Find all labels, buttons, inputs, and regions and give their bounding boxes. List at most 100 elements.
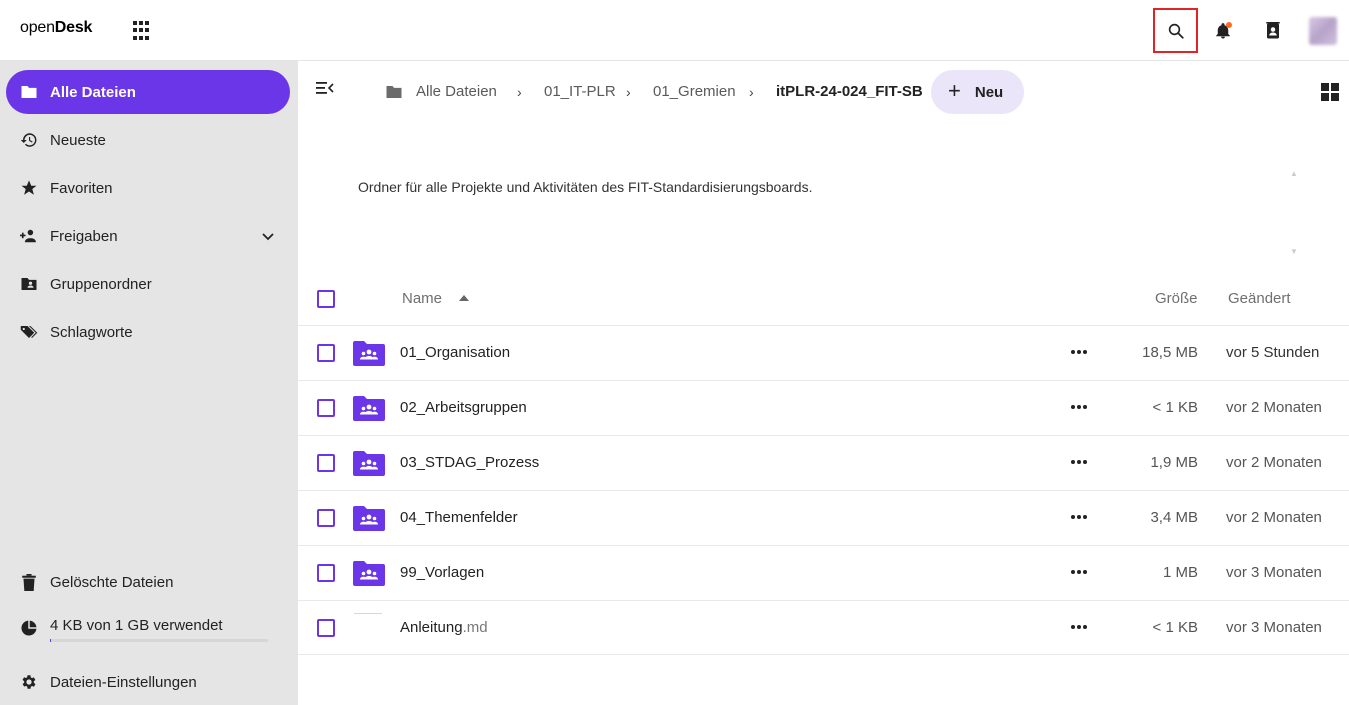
group-folder-icon xyxy=(353,396,385,421)
table-row[interactable]: 02_Arbeitsgruppen < 1 KB vor 2 Monaten xyxy=(298,380,1349,435)
sidebar-item-label: Dateien-Einstellungen xyxy=(50,673,197,691)
table-row[interactable]: 04_Themenfelder 3,4 MB vor 2 Monaten xyxy=(298,490,1349,545)
apps-grid-icon[interactable] xyxy=(133,21,153,41)
notification-dot xyxy=(1226,22,1232,28)
chevron-right-icon: › xyxy=(626,84,631,100)
top-header: openDesk xyxy=(0,0,1349,61)
notifications-button[interactable] xyxy=(1201,9,1245,53)
sort-ascending-icon xyxy=(459,295,469,301)
file-size: 18,5 MB xyxy=(1142,344,1198,361)
table-row[interactable]: Anleitung.md < 1 KB vor 3 Monaten xyxy=(298,600,1349,655)
chevron-down-icon[interactable] xyxy=(262,228,274,245)
sidebar-item-label: Gruppenordner xyxy=(50,275,152,293)
file-modified: vor 2 Monaten xyxy=(1226,509,1322,526)
select-all-checkbox[interactable] xyxy=(317,290,335,308)
row-checkbox[interactable] xyxy=(317,399,335,417)
quota-label: 4 KB von 1 GB verwendet xyxy=(50,616,223,634)
file-name[interactable]: 99_Vorlagen xyxy=(400,564,484,581)
file-size: < 1 KB xyxy=(1152,619,1198,636)
breadcrumb-item-all-files[interactable]: Alle Dateien xyxy=(416,83,497,100)
chevron-right-icon: › xyxy=(517,84,522,100)
sidebar-item-recent[interactable]: Neueste xyxy=(6,118,290,162)
table-row[interactable]: 99_Vorlagen 1 MB vor 3 Monaten xyxy=(298,545,1349,600)
search-icon xyxy=(1168,23,1184,39)
pie-chart-icon xyxy=(20,619,38,637)
sidebar-item-deleted-files[interactable]: Gelöschte Dateien xyxy=(6,560,290,604)
sidebar-item-all-files[interactable]: Alle Dateien xyxy=(6,70,290,114)
table-row[interactable]: 03_STDAG_Prozess 1,9 MB vor 2 Monaten xyxy=(298,435,1349,490)
sidebar-item-label: Gelöschte Dateien xyxy=(50,573,174,591)
tag-icon xyxy=(20,323,38,341)
scroll-down-icon[interactable]: ▼ xyxy=(1290,247,1298,256)
file-modified: vor 3 Monaten xyxy=(1226,619,1322,636)
row-checkbox[interactable] xyxy=(317,454,335,472)
file-name[interactable]: 03_STDAG_Prozess xyxy=(400,454,539,471)
sidebar-item-settings[interactable]: Dateien-Einstellungen xyxy=(6,660,290,704)
more-actions-icon[interactable] xyxy=(1071,395,1087,419)
file-size: < 1 KB xyxy=(1152,399,1198,416)
search-button[interactable] xyxy=(1153,8,1198,53)
file-name[interactable]: 01_Organisation xyxy=(400,344,510,361)
group-folder-icon xyxy=(353,341,385,366)
chevron-right-icon: › xyxy=(749,84,754,100)
table-row[interactable]: 01_Organisation 18,5 MB vor 5 Stunden xyxy=(298,325,1349,380)
file-size: 1 MB xyxy=(1162,564,1198,581)
grid-view-toggle-icon[interactable] xyxy=(1321,83,1339,101)
file-modified: vor 2 Monaten xyxy=(1226,454,1322,471)
column-header-modified[interactable]: Geändert xyxy=(1228,290,1291,307)
opendesk-logo[interactable]: openDesk xyxy=(20,19,92,37)
toggle-navigation-button[interactable] xyxy=(316,81,338,103)
group-folder-icon xyxy=(353,451,385,476)
contacts-icon xyxy=(1266,22,1280,39)
file-modified: vor 5 Stunden xyxy=(1226,344,1320,361)
sidebar-item-label: Favoriten xyxy=(50,179,113,197)
sidebar-item-tags[interactable]: Schlagworte xyxy=(6,310,290,354)
row-checkbox[interactable] xyxy=(317,619,335,637)
main-content: Alle Dateien › 01_IT-PLR › 01_Gremien › … xyxy=(298,61,1349,705)
new-button[interactable]: + Neu xyxy=(931,70,1024,114)
more-actions-icon[interactable] xyxy=(1071,615,1087,639)
file-modified: vor 2 Monaten xyxy=(1226,399,1322,416)
file-name[interactable]: 02_Arbeitsgruppen xyxy=(400,399,527,416)
contacts-button[interactable] xyxy=(1251,9,1295,53)
file-size: 3,4 MB xyxy=(1150,509,1198,526)
file-name[interactable]: 04_Themenfelder xyxy=(400,509,518,526)
sidebar-item-favorites[interactable]: Favoriten xyxy=(6,166,290,210)
column-header-size[interactable]: Größe xyxy=(1155,290,1198,307)
row-checkbox[interactable] xyxy=(317,509,335,527)
trash-icon xyxy=(20,573,38,591)
group-folder-icon xyxy=(353,506,385,531)
sidebar-item-label: Neueste xyxy=(50,131,106,149)
row-checkbox[interactable] xyxy=(317,564,335,582)
avatar[interactable] xyxy=(1309,17,1337,45)
quota-progress-fill xyxy=(50,639,51,642)
more-actions-icon[interactable] xyxy=(1071,505,1087,529)
file-name[interactable]: Anleitung.md xyxy=(400,619,488,636)
file-size: 1,9 MB xyxy=(1150,454,1198,471)
file-modified: vor 3 Monaten xyxy=(1226,564,1322,581)
sidebar-item-quota[interactable]: 4 KB von 1 GB verwendet xyxy=(6,606,290,650)
more-actions-icon[interactable] xyxy=(1071,450,1087,474)
scroll-up-icon[interactable]: ▲ xyxy=(1290,169,1298,178)
more-actions-icon[interactable] xyxy=(1071,340,1087,364)
new-button-label: Neu xyxy=(974,83,1004,101)
breadcrumb-item-it-plr[interactable]: 01_IT-PLR xyxy=(544,83,616,100)
breadcrumb-item-current[interactable]: itPLR-24-024_FIT-SB xyxy=(776,83,923,100)
row-checkbox[interactable] xyxy=(317,344,335,362)
sidebar-item-label: Schlagworte xyxy=(50,323,133,341)
share-user-icon xyxy=(20,227,38,245)
folder-icon xyxy=(20,83,38,101)
more-actions-icon[interactable] xyxy=(1071,560,1087,584)
group-folder-icon xyxy=(353,561,385,586)
folder-description: Ordner für alle Projekte und Aktivitäten… xyxy=(358,179,813,195)
sidebar-item-label: Freigaben xyxy=(50,227,118,245)
menu-collapse-icon xyxy=(316,82,334,94)
sidebar-item-shares[interactable]: Freigaben xyxy=(6,214,290,258)
sidebar-item-label: Alle Dateien xyxy=(50,83,136,101)
folder-icon xyxy=(386,86,402,98)
sidebar-item-group-folders[interactable]: Gruppenordner xyxy=(6,262,290,306)
column-header-name[interactable]: Name xyxy=(402,290,442,307)
gear-icon xyxy=(20,673,38,691)
breadcrumb-item-gremien[interactable]: 01_Gremien xyxy=(653,83,736,100)
star-icon xyxy=(20,179,38,197)
